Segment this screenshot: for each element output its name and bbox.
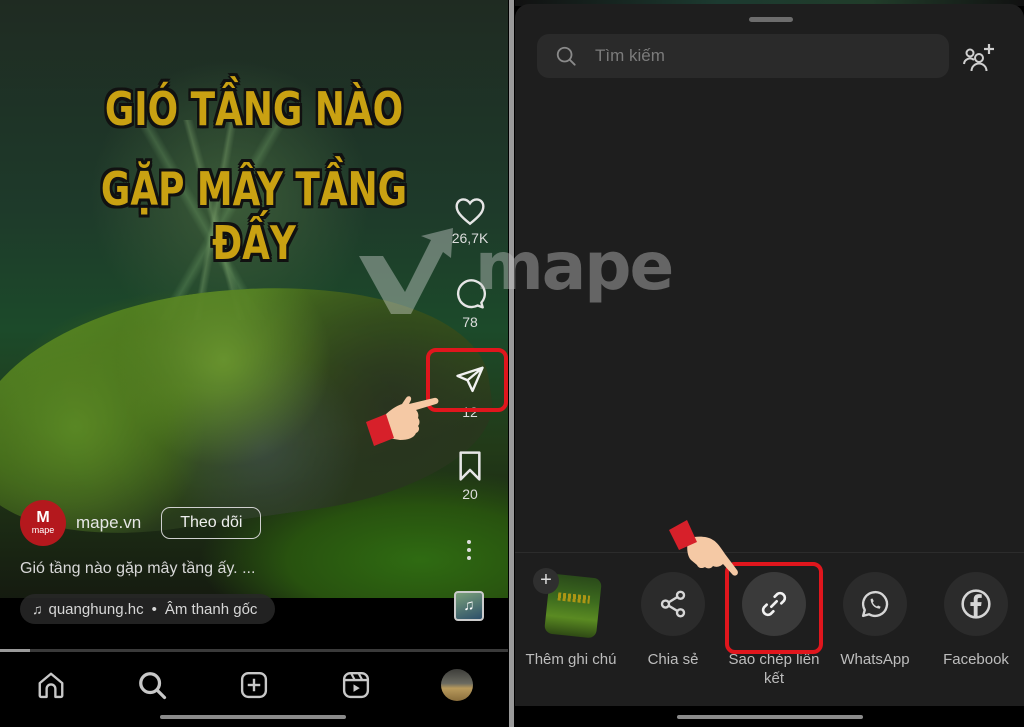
share-sheet: + Thêm ghi chú Chia sẻ Sao chép liên kết bbox=[515, 4, 1024, 706]
author-name[interactable]: mape.vn bbox=[76, 513, 141, 533]
share-circle bbox=[641, 572, 705, 636]
audio-title: Âm thanh gốc bbox=[164, 600, 258, 618]
comment-button[interactable]: 78 bbox=[440, 278, 500, 330]
comment-count: 78 bbox=[462, 314, 478, 330]
whatsapp-icon bbox=[861, 590, 889, 618]
like-count: 26,7K bbox=[451, 230, 489, 246]
search-icon bbox=[556, 46, 576, 66]
author-avatar[interactable]: M mape bbox=[20, 500, 66, 546]
nav-reels[interactable] bbox=[336, 665, 376, 705]
share-option-label: Chia sẻ bbox=[647, 651, 699, 668]
sheet-drag-handle[interactable] bbox=[749, 17, 793, 22]
avatar-brand: mape bbox=[31, 525, 55, 535]
nav-home[interactable] bbox=[31, 665, 71, 705]
author-row: M mape mape.vn Theo dõi bbox=[20, 500, 262, 546]
reel-caption[interactable]: Gió tầng nào gặp mây tầng ấy. ... bbox=[20, 560, 255, 578]
more-dot bbox=[467, 540, 471, 544]
share-search-input[interactable] bbox=[595, 46, 925, 66]
add-people-icon bbox=[963, 44, 994, 72]
more-options-button[interactable] bbox=[464, 540, 474, 564]
facebook-circle bbox=[944, 572, 1008, 636]
tutorial-frame: GIÓ TẦNG NÀO GẶP MÂY TẦNG ĐẤY 26,7K 78 1… bbox=[0, 0, 1024, 727]
share-option-facebook[interactable]: Facebook bbox=[926, 572, 1024, 669]
add-post-icon bbox=[240, 671, 268, 699]
panel-divider bbox=[508, 0, 515, 727]
video-progress-fill bbox=[0, 649, 31, 652]
bookmark-icon bbox=[459, 451, 481, 481]
save-button[interactable]: 20 bbox=[440, 450, 500, 502]
divider-bar bbox=[509, 0, 514, 727]
heart-icon bbox=[455, 198, 485, 226]
avatar-logo-mark: M bbox=[36, 509, 50, 526]
audio-pill[interactable]: ♫ quanghung.hc • Âm thanh gốc bbox=[20, 594, 276, 624]
save-count: 20 bbox=[462, 486, 478, 502]
share-icon bbox=[660, 590, 686, 618]
share-option-share[interactable]: Chia sẻ bbox=[623, 572, 723, 669]
bottom-nav bbox=[0, 660, 508, 710]
share-option-add-note[interactable]: + Thêm ghi chú bbox=[521, 568, 621, 669]
comment-icon bbox=[456, 279, 486, 309]
profile-avatar bbox=[441, 669, 474, 701]
video-progress-bar[interactable] bbox=[0, 649, 508, 652]
nav-create[interactable] bbox=[234, 665, 274, 705]
more-dot bbox=[467, 556, 471, 560]
like-button[interactable]: 26,7K bbox=[440, 196, 500, 246]
home-indicator[interactable] bbox=[160, 715, 346, 719]
share-row-divider bbox=[515, 552, 1024, 553]
facebook-icon bbox=[961, 589, 991, 619]
audio-thumbnail[interactable]: ♫ bbox=[454, 591, 484, 621]
share-search-box[interactable] bbox=[537, 34, 949, 78]
plus-icon: + bbox=[533, 568, 559, 594]
share-option-label: WhatsApp bbox=[840, 651, 910, 668]
nav-profile[interactable] bbox=[437, 665, 477, 705]
music-note-icon: ♫ bbox=[32, 601, 43, 617]
more-dot bbox=[467, 548, 471, 552]
music-note-icon: ♫ bbox=[463, 597, 475, 614]
share-option-label: Thêm ghi chú bbox=[525, 651, 617, 668]
search-icon bbox=[139, 672, 167, 700]
follow-button[interactable]: Theo dõi bbox=[161, 507, 262, 539]
share-option-label: Sao chép liên kết bbox=[728, 651, 820, 687]
pointing-hand-icon bbox=[366, 396, 439, 446]
reel-screen: GIÓ TẦNG NÀO GẶP MÂY TẦNG ĐẤY 26,7K 78 1… bbox=[0, 0, 508, 727]
add-people-button[interactable] bbox=[963, 42, 997, 79]
note-thumbnail: + bbox=[533, 568, 603, 639]
share-sheet-screen: + Thêm ghi chú Chia sẻ Sao chép liên kết bbox=[515, 0, 1024, 727]
nav-search[interactable] bbox=[132, 665, 172, 705]
share-option-label: Facebook bbox=[943, 651, 1009, 668]
video-headline-line2: GẶP MÂY TẦNG ĐẤY bbox=[100, 162, 408, 270]
share-option-whatsapp[interactable]: WhatsApp bbox=[825, 572, 925, 669]
video-headline-line1: GIÓ TẦNG NÀO bbox=[104, 82, 404, 136]
reels-icon bbox=[342, 671, 369, 699]
pointing-hand-icon bbox=[669, 520, 738, 576]
home-indicator[interactable] bbox=[677, 715, 863, 719]
whatsapp-circle bbox=[843, 572, 907, 636]
audio-creator: quanghung.hc bbox=[48, 600, 144, 618]
audio-separator: • bbox=[151, 600, 157, 618]
home-icon bbox=[38, 672, 64, 699]
